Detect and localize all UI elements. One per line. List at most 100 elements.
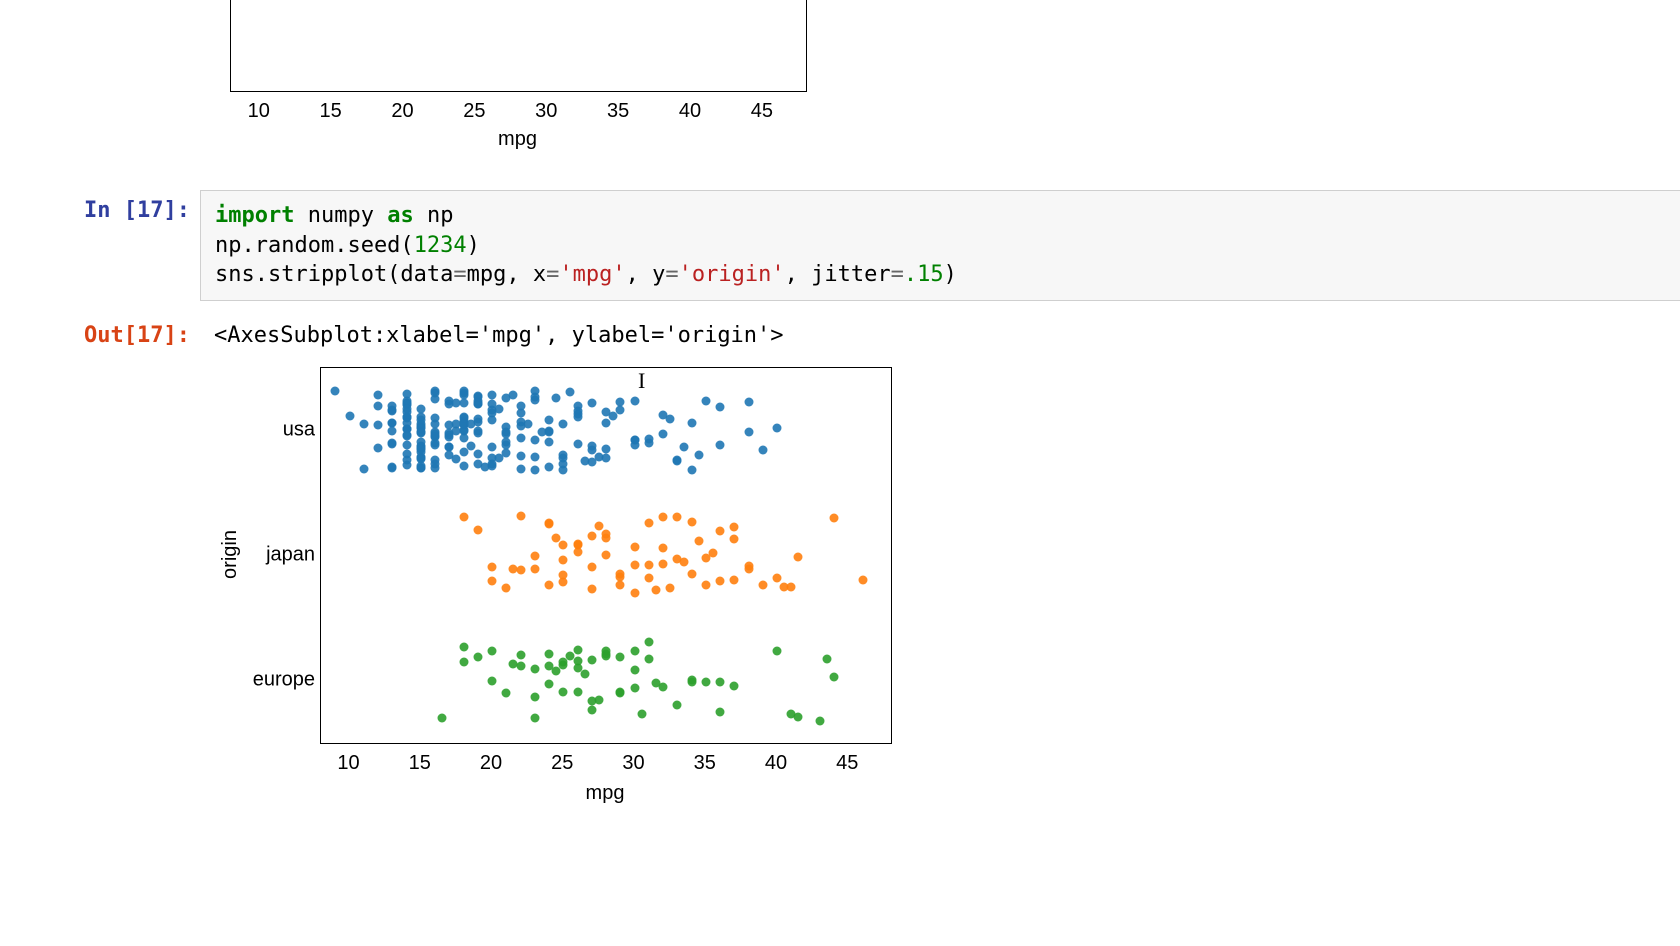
data-point — [509, 391, 518, 400]
data-point — [559, 556, 568, 565]
prev-xtick: 15 — [320, 100, 342, 123]
data-point — [530, 465, 539, 474]
data-point — [694, 536, 703, 545]
code-editor[interactable]: import numpy as np np.random.seed(1234) … — [200, 190, 1680, 301]
data-point — [545, 580, 554, 589]
data-point — [552, 394, 561, 403]
data-point — [794, 552, 803, 561]
data-point — [488, 390, 497, 399]
data-point — [516, 661, 525, 670]
data-point — [651, 586, 660, 595]
data-point — [644, 438, 653, 447]
data-point — [744, 428, 753, 437]
data-point — [431, 389, 440, 398]
data-point — [730, 682, 739, 691]
data-point — [744, 565, 753, 574]
data-point — [573, 439, 582, 448]
data-point — [374, 421, 383, 430]
data-point — [359, 419, 368, 428]
data-point — [687, 570, 696, 579]
data-point — [573, 540, 582, 549]
data-point — [502, 440, 511, 449]
data-point — [858, 576, 867, 585]
data-point — [416, 424, 425, 433]
data-point — [822, 654, 831, 663]
data-point — [502, 449, 511, 458]
data-point — [473, 415, 482, 424]
data-point — [374, 444, 383, 453]
data-point — [502, 688, 511, 697]
data-point — [630, 646, 639, 655]
data-point — [530, 665, 539, 674]
prev-xtick: 40 — [679, 100, 701, 123]
data-point — [573, 687, 582, 696]
data-point — [488, 415, 497, 424]
data-point — [730, 522, 739, 531]
xlabel: mpg — [320, 782, 890, 805]
data-point — [559, 451, 568, 460]
data-point — [587, 706, 596, 715]
data-point — [473, 398, 482, 407]
data-point — [716, 440, 725, 449]
data-point — [402, 389, 411, 398]
data-point — [488, 576, 497, 585]
data-point — [545, 518, 554, 527]
data-point — [680, 557, 689, 566]
data-point — [730, 535, 739, 544]
data-point — [516, 409, 525, 418]
data-point — [659, 429, 668, 438]
data-point — [587, 531, 596, 540]
data-point — [630, 684, 639, 693]
data-point — [495, 404, 504, 413]
data-point — [359, 464, 368, 473]
data-point — [402, 440, 411, 449]
output-prompt: Out[17]: — [0, 315, 200, 348]
data-point — [516, 512, 525, 521]
data-point — [687, 419, 696, 428]
data-point — [573, 402, 582, 411]
data-point — [659, 512, 668, 521]
data-point — [716, 576, 725, 585]
previous-output-plot: 1015202530354045 mpg — [210, 0, 810, 170]
data-point — [473, 526, 482, 535]
data-point — [416, 463, 425, 472]
ytick-label: japan — [250, 543, 315, 566]
xtick-label: 40 — [765, 752, 787, 775]
data-point — [587, 398, 596, 407]
data-point — [466, 441, 475, 450]
data-point — [580, 670, 589, 679]
stripplot-figure: origin I usajapaneurope 1015202530354045… — [210, 362, 910, 822]
data-point — [644, 655, 653, 664]
data-point — [459, 398, 468, 407]
data-point — [587, 441, 596, 450]
notebook: 1015202530354045 mpg In [17]: import num… — [0, 0, 1680, 822]
data-point — [730, 576, 739, 585]
data-point — [716, 402, 725, 411]
data-point — [637, 709, 646, 718]
data-point — [473, 653, 482, 662]
data-point — [630, 560, 639, 569]
prev-xlabel: mpg — [230, 128, 805, 151]
data-point — [701, 397, 710, 406]
data-point — [630, 435, 639, 444]
data-point — [459, 512, 468, 521]
plot-area: I — [320, 367, 892, 744]
data-point — [431, 420, 440, 429]
data-point — [602, 651, 611, 660]
data-point — [687, 677, 696, 686]
data-point — [416, 445, 425, 454]
data-point — [644, 637, 653, 646]
data-point — [630, 666, 639, 675]
data-point — [644, 573, 653, 582]
prev-xtick: 35 — [607, 100, 629, 123]
data-point — [616, 581, 625, 590]
data-point — [687, 518, 696, 527]
data-point — [673, 513, 682, 522]
data-point — [587, 563, 596, 572]
ytick-label: usa — [250, 418, 315, 441]
data-point — [388, 464, 397, 473]
data-point — [602, 454, 611, 463]
data-point — [545, 438, 554, 447]
data-point — [523, 420, 532, 429]
data-point — [815, 716, 824, 725]
